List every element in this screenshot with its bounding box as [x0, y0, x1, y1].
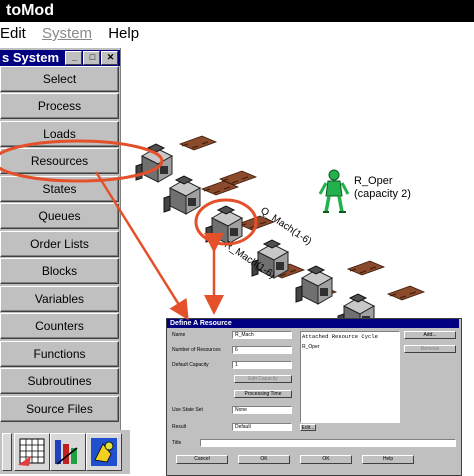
- annotation-overlay: [0, 139, 258, 321]
- arrow-to-dialog: [94, 171, 189, 321]
- resources-highlight-ring: [0, 139, 164, 183]
- machine-highlight-ring: [194, 198, 258, 246]
